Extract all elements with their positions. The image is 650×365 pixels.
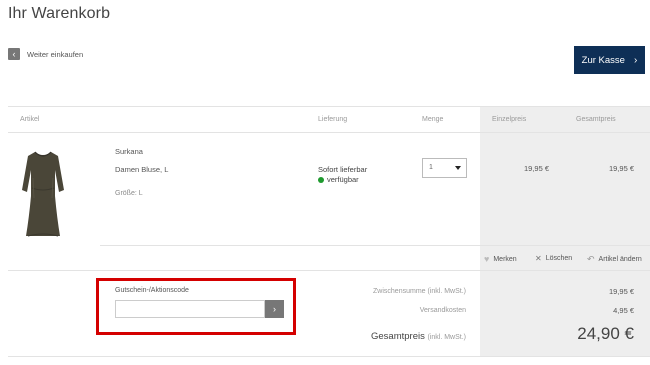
remember-button[interactable]: ♥ Merken: [484, 254, 517, 264]
header-quantity: Menge: [422, 116, 444, 123]
quantity-select[interactable]: 1: [422, 158, 467, 178]
continue-shopping-label: Weiter einkaufen: [27, 49, 84, 59]
chevron-left-icon: ‹: [8, 48, 20, 60]
header-total-price: Gesamtpreis: [576, 116, 616, 123]
summary-divider: [8, 270, 650, 271]
change-item-button[interactable]: ↶ Artikel ändern: [587, 254, 642, 265]
shipping-label: Versandkosten: [419, 307, 466, 314]
header-divider: [8, 132, 650, 133]
checkout-button-label: Zur Kasse: [581, 54, 625, 66]
product-description: Damen Bluse, L: [115, 165, 169, 174]
product-size: Größe: L: [115, 190, 143, 197]
continue-shopping-link[interactable]: ‹ Weiter einkaufen: [8, 48, 83, 60]
close-icon: ✕: [535, 254, 542, 263]
delete-button[interactable]: ✕ Löschen: [535, 254, 572, 263]
chevron-right-icon: ›: [273, 304, 276, 314]
undo-arrow-icon: ↶: [587, 254, 595, 264]
header-unit-price: Einzelpreis: [492, 116, 527, 123]
table-bottom-divider: [8, 356, 650, 357]
checkout-button[interactable]: Zur Kasse ›: [574, 46, 645, 74]
delivery-status: Sofort lieferbar: [318, 165, 368, 174]
product-brand[interactable]: Surkana: [115, 147, 143, 156]
grand-total-note: (inkl. MwSt.): [427, 334, 467, 341]
availability-label: verfügbar: [327, 175, 359, 184]
price-columns-background: [480, 106, 650, 356]
caret-down-icon: [455, 166, 461, 170]
remember-label: Merken: [493, 255, 517, 263]
available-dot-icon: [318, 176, 324, 183]
subtotal-value: 19,95 €: [608, 287, 634, 296]
delete-label: Löschen: [545, 255, 573, 262]
grand-total-text: Gesamtpreis: [371, 331, 425, 342]
unit-price: 19,95 €: [523, 164, 549, 173]
coupon-input[interactable]: [115, 300, 265, 318]
header-delivery: Lieferung: [318, 116, 348, 123]
header-article: Artikel: [20, 116, 40, 123]
change-item-label: Artikel ändern: [598, 256, 642, 263]
subtotal-label: Zwischensumme (inkl. MwSt.): [373, 288, 466, 295]
page-title: Ihr Warenkorb: [8, 5, 111, 22]
actions-divider: [100, 245, 650, 246]
table-top-divider: [8, 106, 650, 107]
coupon-label: Gutschein-/Aktionscode: [115, 287, 189, 294]
quantity-value: 1: [429, 164, 433, 171]
grand-total-label: Gesamtpreis (inkl. MwSt.): [371, 331, 466, 342]
coupon-submit-button[interactable]: ›: [265, 300, 284, 318]
heart-icon: ♥: [484, 254, 490, 264]
chevron-right-icon: ›: [633, 54, 638, 66]
shipping-value: 4,95 €: [613, 306, 634, 315]
grand-total-value: 24,90 €: [577, 324, 634, 343]
availability-status: verfügbar: [318, 175, 359, 184]
product-image[interactable]: [20, 148, 66, 240]
line-total-price: 19,95 €: [608, 164, 634, 173]
